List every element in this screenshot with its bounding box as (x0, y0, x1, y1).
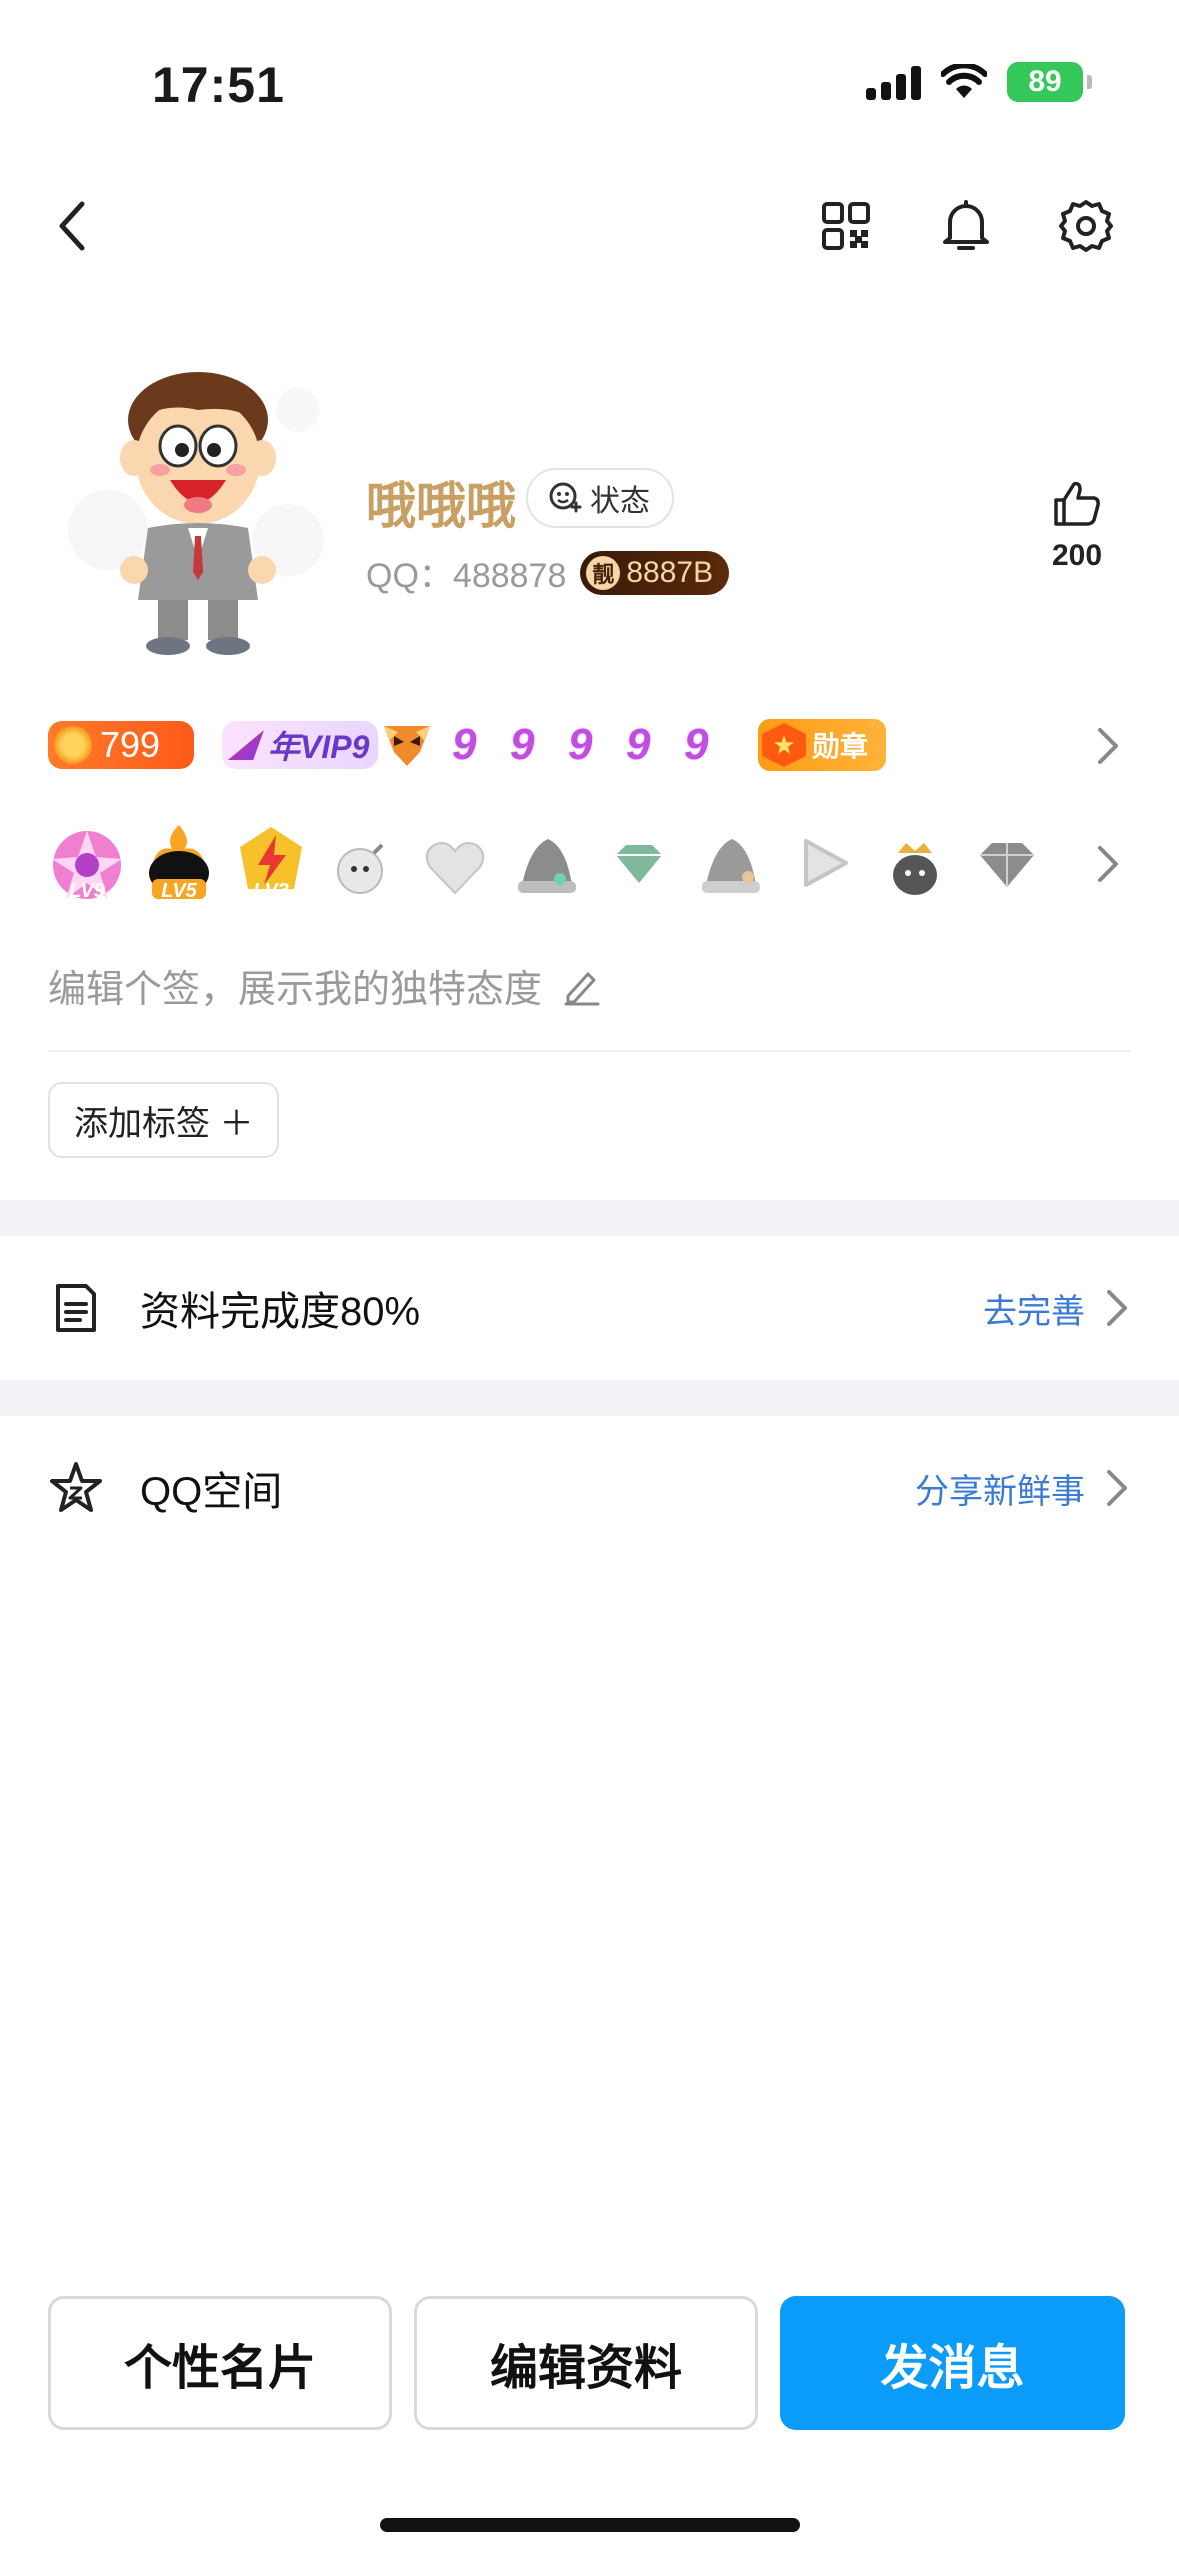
vip-wing-icon (228, 730, 264, 760)
star-icon (50, 1462, 102, 1512)
status-icons: 89 (866, 62, 1092, 102)
qr-code-icon (822, 202, 870, 250)
cellular-signal-icon (866, 64, 921, 100)
chevron-right-icon (1107, 1290, 1127, 1326)
smile-status-icon (549, 482, 582, 513)
bomb-badge-icon (337, 843, 384, 894)
swirl-icon: 9 (452, 720, 477, 769)
add-tag-button[interactable]: 添加标签 ＋ (48, 1082, 280, 1158)
play-badge-icon (804, 839, 848, 887)
diamond-badge-icon (616, 845, 662, 883)
like-button[interactable]: 200 (1040, 478, 1114, 573)
notification-button[interactable] (930, 190, 1002, 262)
complete-profile-link[interactable]: 去完善 (983, 1284, 1085, 1333)
signature-editor[interactable]: 编辑个签，展示我的独特态度 (48, 958, 602, 1013)
sun-coin-icon (54, 726, 92, 764)
qzone-row[interactable]: QQ空间 分享新鲜事 (0, 1418, 1179, 1558)
coin-value: 799 (100, 724, 161, 765)
status-button[interactable]: 状态 (526, 468, 674, 528)
pencil-icon (564, 972, 600, 1005)
crown-penguin-badge-icon (893, 843, 937, 895)
qq-label: QQ： (366, 557, 453, 595)
lv-label: LV9 (69, 880, 105, 902)
swirl-icon: 9 (626, 720, 651, 769)
medal-badge[interactable]: ★ 勋章 (758, 719, 886, 771)
vip-badge[interactable]: 年VIP9 (222, 721, 378, 769)
qr-code-button[interactable] (810, 190, 882, 262)
lv5-badge-icon: LV5 (140, 819, 218, 907)
nickname: 哦哦哦 (366, 478, 516, 534)
chevron-right-icon (1107, 1470, 1127, 1506)
pretty-number-text: 8887B (626, 555, 714, 589)
home-indicator (380, 2518, 800, 2532)
swirl-icon: 9 (510, 720, 535, 769)
battery-icon: 89 (1007, 62, 1092, 102)
status-label: 状态 (590, 485, 650, 518)
thumbs-up-icon (1054, 481, 1100, 526)
profile-completion-label: 资料完成度80% (140, 1290, 421, 1334)
qq-level-icons: 9 9 9 9 9 (452, 722, 720, 768)
bell-icon (943, 200, 989, 250)
section-divider (0, 1380, 1179, 1416)
badges-row-secondary[interactable]: LV9 LV5 LV3 (48, 808, 1046, 918)
chevron-left-icon (59, 201, 85, 251)
send-message-button[interactable]: 发消息 (780, 2296, 1125, 2430)
like-count: 200 (1051, 539, 1103, 572)
profile-card-button[interactable]: 个性名片 (48, 2296, 392, 2430)
qq-number-line: QQ：488878 靓 8887B (366, 548, 730, 597)
pretty-number-icon: 靓 (586, 555, 621, 590)
avatar[interactable] (48, 350, 348, 660)
sun-level-badge[interactable]: 799 (48, 721, 194, 769)
share-news-link[interactable]: 分享新鲜事 (915, 1464, 1085, 1513)
section-divider (0, 1200, 1179, 1236)
badges-row-primary[interactable]: 799 年VIP9 9 9 9 9 9 ★ 勋章 (48, 712, 886, 778)
signature-placeholder: 编辑个签，展示我的独特态度 (48, 969, 543, 1011)
swirl-icon: 9 (568, 720, 593, 769)
lv3-badge-icon: LV3 (232, 819, 310, 907)
wifi-icon (941, 64, 987, 98)
heart-badge-icon (425, 842, 485, 895)
lv9-badge-icon: LV9 (48, 819, 126, 907)
battery-level: 89 (1028, 65, 1062, 98)
qq-number: 488878 (452, 557, 567, 595)
status-time: 17:51 (152, 57, 285, 113)
penguin-hat-badge-icon (702, 839, 760, 893)
settings-button[interactable] (1050, 190, 1122, 262)
chevron-right-icon[interactable] (1092, 840, 1122, 888)
pretty-number-badge[interactable]: 靓 8887B (580, 550, 730, 595)
medal-star-icon: ★ (762, 723, 806, 767)
profile-completion-row[interactable]: 资料完成度80% 去完善 (0, 1238, 1179, 1378)
gear-icon (1059, 200, 1113, 252)
divider (48, 1050, 1131, 1052)
back-button[interactable] (36, 190, 108, 262)
qzone-label: QQ空间 (140, 1470, 283, 1514)
lv-label: LV5 (161, 880, 197, 902)
vip-label: 年VIP9 (268, 729, 370, 765)
chevron-right-icon[interactable] (1092, 722, 1122, 770)
medal-label: 勋章 (812, 731, 869, 762)
swirl-icon: 9 (684, 720, 709, 769)
fox-badge-icon (384, 726, 430, 766)
penguin-hat-badge-icon (518, 839, 576, 893)
gem-badge-icon (980, 843, 1034, 887)
cartoon-avatar-icon (68, 372, 324, 655)
document-icon (56, 1284, 96, 1332)
edit-profile-button[interactable]: 编辑资料 (414, 2296, 758, 2430)
lv-label: LV3 (253, 880, 289, 902)
